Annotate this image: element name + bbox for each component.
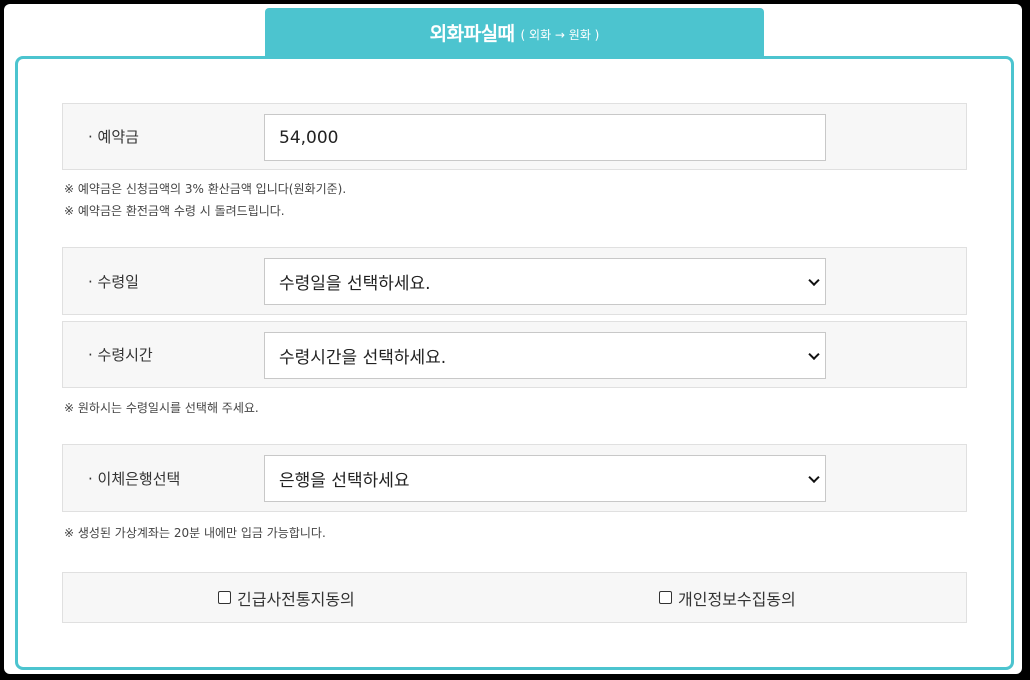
privacy-label: 개인정보수집동의 — [678, 589, 796, 609]
bank-note: ※ 생성된 가상계좌는 20분 내에만 입금 가능합니다. — [64, 526, 326, 540]
pickup-time-row: · 수령시간 수령시간을 선택하세요. — [62, 321, 967, 388]
tab-subtitle: ( 외화 → 원화 ) — [520, 28, 600, 42]
pickup-date-select[interactable]: 수령일을 선택하세요. — [264, 258, 826, 305]
tab-sell-foreign-currency[interactable]: 외화파실때 ( 외화 → 원화 ) — [265, 8, 764, 57]
privacy-checkbox[interactable] — [659, 591, 672, 604]
pickup-date-selected: 수령일을 선택하세요. — [279, 274, 431, 294]
pickup-time-select[interactable]: 수령시간을 선택하세요. — [264, 332, 826, 379]
bank-select[interactable]: 은행을 선택하세요 — [264, 455, 826, 502]
chevron-down-icon — [808, 348, 820, 360]
bank-selected: 은행을 선택하세요 — [279, 471, 410, 491]
pickup-time-selected: 수령시간을 선택하세요. — [279, 348, 447, 368]
chevron-down-icon — [808, 274, 820, 286]
deposit-input[interactable]: 54,000 — [264, 114, 826, 161]
deposit-note-1: ※ 예약금은 신청금액의 3% 환산금액 입니다(원화기준). — [64, 182, 347, 196]
chevron-down-icon — [808, 471, 820, 483]
agreements-row: 긴급사전통지동의 개인정보수집동의 — [62, 572, 967, 623]
privacy-agree[interactable]: 개인정보수집동의 — [659, 573, 796, 622]
emergency-notice-label: 긴급사전통지동의 — [237, 589, 355, 609]
pickup-date-row: · 수령일 수령일을 선택하세요. — [62, 247, 967, 315]
tab-title: 외화파실때 — [429, 23, 515, 45]
bank-row: · 이체은행선택 은행을 선택하세요 — [62, 444, 967, 512]
deposit-row: · 예약금 54,000 — [62, 103, 967, 170]
pickup-time-label: · 수령시간 — [88, 346, 153, 364]
emergency-notice-agree[interactable]: 긴급사전통지동의 — [218, 573, 355, 622]
pickup-note: ※ 원하시는 수령일시를 선택해 주세요. — [64, 401, 259, 415]
deposit-label: · 예약금 — [88, 128, 139, 146]
deposit-note-2: ※ 예약금은 환전금액 수령 시 돌려드립니다. — [64, 204, 285, 218]
emergency-notice-checkbox[interactable] — [218, 591, 231, 604]
bank-label: · 이체은행선택 — [88, 469, 181, 488]
pickup-date-label: · 수령일 — [88, 272, 139, 291]
